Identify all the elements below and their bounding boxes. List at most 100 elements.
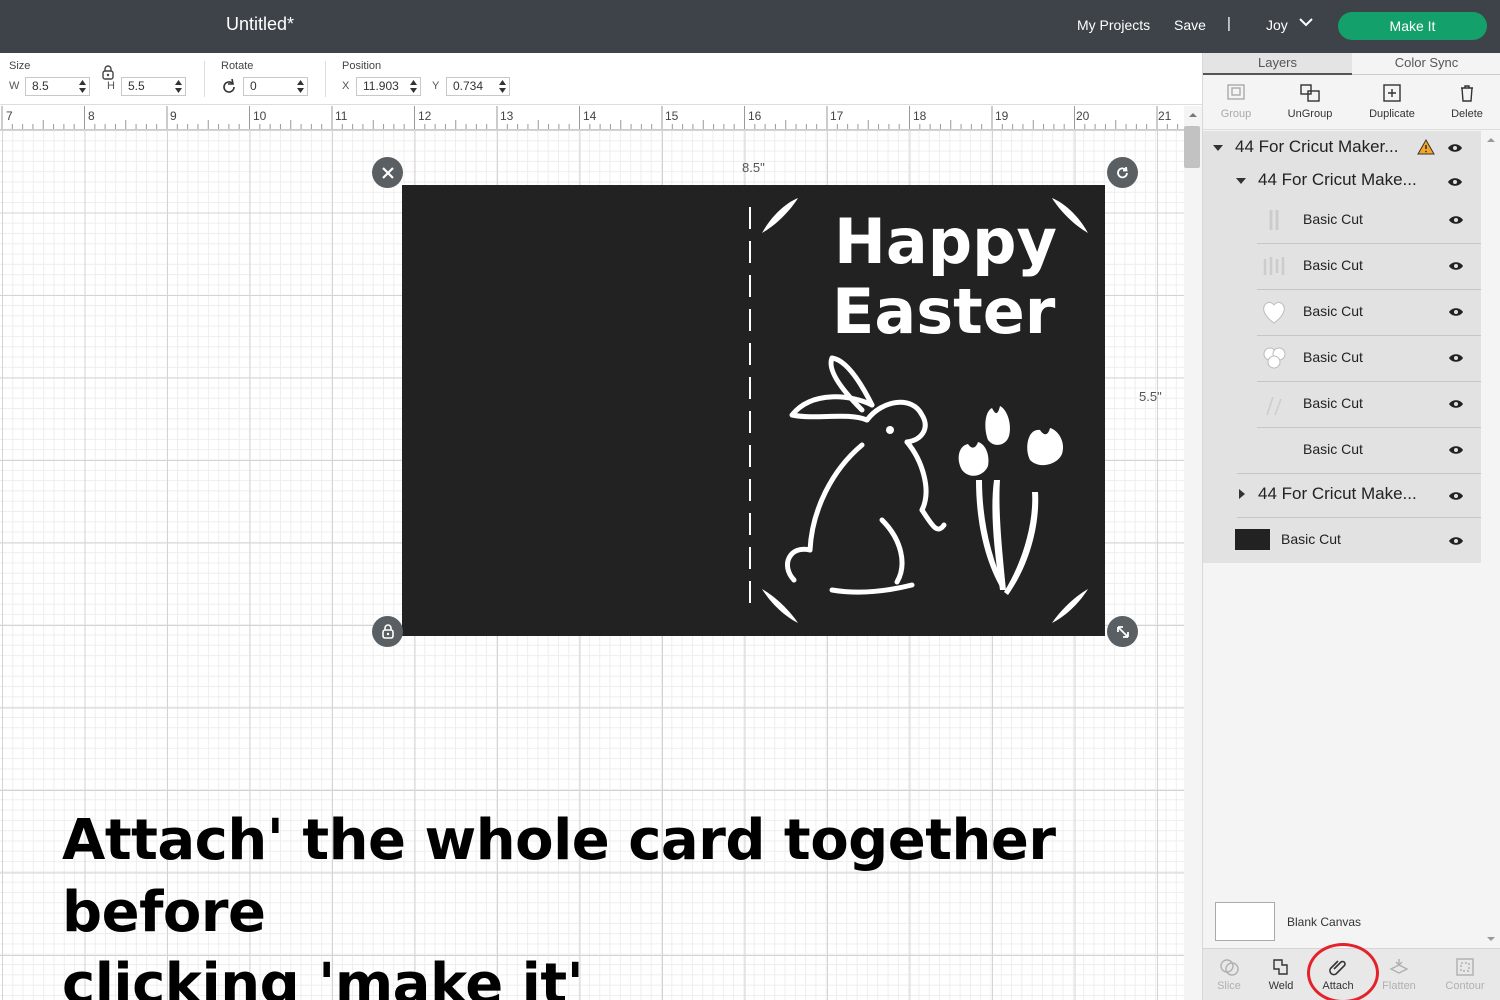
layer-item-label: Basic Cut xyxy=(1303,349,1363,365)
layer-item[interactable]: Basic Cut xyxy=(1203,197,1481,243)
lock-icon xyxy=(381,624,394,639)
x-value: 11.903 xyxy=(363,79,399,93)
eye-icon[interactable] xyxy=(1448,536,1464,546)
ruler-number: 9 xyxy=(170,109,177,123)
rotate-input[interactable]: 0 xyxy=(243,77,308,96)
y-value: 0.734 xyxy=(453,79,484,93)
canvas-scroll-thumb[interactable] xyxy=(1184,126,1200,168)
height-dimension-label: 5.5" xyxy=(1139,389,1162,404)
eye-icon[interactable] xyxy=(1448,399,1464,409)
card-text-easter: Easter xyxy=(832,275,1056,348)
width-value: 8.5 xyxy=(32,79,49,93)
layer-item[interactable]: Basic Cut xyxy=(1203,427,1481,473)
blank-canvas-label: Blank Canvas xyxy=(1287,915,1362,929)
blank-canvas-swatch[interactable] xyxy=(1215,902,1275,941)
layer-item[interactable]: Basic Cut xyxy=(1203,335,1481,381)
layers-scrollbar[interactable] xyxy=(1481,131,1500,951)
make-it-button[interactable]: Make It xyxy=(1338,12,1487,40)
instruction-caption: Attach' the whole card together before c… xyxy=(62,805,1182,1000)
y-position-input[interactable]: 0.734 xyxy=(446,77,510,96)
stepper-arrows-icon[interactable] xyxy=(498,79,507,94)
layer-swatch xyxy=(1235,529,1270,550)
scroll-up-icon[interactable] xyxy=(1188,112,1198,118)
eye-icon[interactable] xyxy=(1448,261,1464,271)
tab-layers[interactable]: Layers xyxy=(1203,53,1352,75)
chevron-down-icon[interactable] xyxy=(1298,17,1314,27)
score-line xyxy=(749,207,751,613)
close-icon xyxy=(381,166,394,179)
tab-color-sync[interactable]: Color Sync xyxy=(1352,53,1500,75)
contour-label: Contour xyxy=(1445,980,1485,992)
leaf-decoration-icon xyxy=(762,198,798,233)
layer-item[interactable]: Basic Cut xyxy=(1203,289,1481,335)
layer-item[interactable]: Basic Cut xyxy=(1203,243,1481,289)
layer-subgroup-name: 44 For Cricut Make... xyxy=(1258,170,1417,189)
resize-handle[interactable] xyxy=(1107,616,1138,647)
edit-bar: Size W 8.5 H 5.5 Rotate 0 Position X 11.… xyxy=(0,53,1202,105)
group-icon xyxy=(1227,84,1245,100)
scroll-up-icon[interactable] xyxy=(1486,137,1496,143)
eye-icon[interactable] xyxy=(1448,491,1464,501)
horizontal-ruler: 7 8 9 10 11 12 13 14 15 16 17 18 19 20 2… xyxy=(0,106,1184,130)
top-bar: Untitled* My Projects Save | Joy Make It xyxy=(0,0,1500,53)
size-label: Size xyxy=(9,60,31,72)
stepper-arrows-icon[interactable] xyxy=(296,79,305,94)
ruler-number: 14 xyxy=(583,109,597,123)
eye-icon[interactable] xyxy=(1447,143,1463,153)
project-title[interactable]: Untitled* xyxy=(226,14,294,35)
rotate-icon[interactable] xyxy=(220,78,238,96)
layer-group-collapsed[interactable]: 44 For Cricut Make... xyxy=(1203,473,1481,517)
eye-icon[interactable] xyxy=(1448,445,1464,455)
width-label: W xyxy=(9,80,20,92)
delete-handle[interactable] xyxy=(372,157,403,188)
canvas-scrollbar[interactable] xyxy=(1184,106,1202,1000)
height-input[interactable]: 5.5 xyxy=(121,77,186,96)
rotate-handle[interactable] xyxy=(1107,157,1138,188)
bunny-icon xyxy=(785,355,947,595)
position-label: Position xyxy=(342,60,382,72)
eye-icon[interactable] xyxy=(1448,215,1464,225)
eye-icon[interactable] xyxy=(1447,177,1463,187)
layer-item[interactable]: Basic Cut xyxy=(1203,381,1481,427)
x-position-input[interactable]: 11.903 xyxy=(356,77,421,96)
my-projects-link[interactable]: My Projects xyxy=(1077,17,1150,33)
duplicate-button[interactable]: Duplicate xyxy=(1357,82,1427,120)
save-link[interactable]: Save xyxy=(1174,17,1206,33)
ruler-number: 20 xyxy=(1076,109,1090,123)
contour-button[interactable]: Contour xyxy=(1437,957,1493,992)
layer-subgroup[interactable]: 44 For Cricut Make... xyxy=(1203,164,1481,197)
duplicate-label: Duplicate xyxy=(1369,108,1415,120)
slice-button[interactable]: Slice xyxy=(1201,957,1257,992)
divider xyxy=(325,61,326,97)
easter-card[interactable]: Happy Easter xyxy=(402,185,1105,636)
stepper-arrows-icon[interactable] xyxy=(78,79,87,94)
flatten-button[interactable]: Flatten xyxy=(1371,957,1427,992)
caret-down-icon[interactable] xyxy=(1236,178,1246,184)
ungroup-button[interactable]: UnGroup xyxy=(1275,82,1345,120)
eye-icon[interactable] xyxy=(1448,307,1464,317)
caret-down-icon[interactable] xyxy=(1213,145,1223,151)
warning-icon xyxy=(1417,139,1435,155)
divider xyxy=(204,61,205,97)
lock-icon[interactable] xyxy=(101,65,115,80)
flatten-label: Flatten xyxy=(1382,980,1416,992)
group-button[interactable]: Group xyxy=(1201,82,1271,120)
stepper-arrows-icon[interactable] xyxy=(409,79,418,94)
ungroup-icon xyxy=(1300,84,1320,102)
ruler-number: 11 xyxy=(335,109,348,123)
lock-handle[interactable] xyxy=(372,616,403,647)
delete-button[interactable]: Delete xyxy=(1432,82,1500,120)
layers-list: 44 For Cricut Maker... 44 For Cricut Mak… xyxy=(1203,131,1481,563)
scroll-down-icon[interactable] xyxy=(1486,936,1496,942)
width-input[interactable]: 8.5 xyxy=(25,77,90,96)
caret-right-icon[interactable] xyxy=(1239,489,1245,499)
eye-icon[interactable] xyxy=(1448,353,1464,363)
stepper-arrows-icon[interactable] xyxy=(174,79,183,94)
height-value: 5.5 xyxy=(128,79,145,93)
layer-item-card[interactable]: Basic Cut xyxy=(1203,517,1481,563)
layer-group-top[interactable]: 44 For Cricut Maker... xyxy=(1203,131,1481,164)
group-label: Group xyxy=(1220,108,1252,120)
trash-icon xyxy=(1461,85,1473,102)
user-menu[interactable]: Joy xyxy=(1266,17,1288,33)
weld-button[interactable]: Weld xyxy=(1253,957,1309,992)
